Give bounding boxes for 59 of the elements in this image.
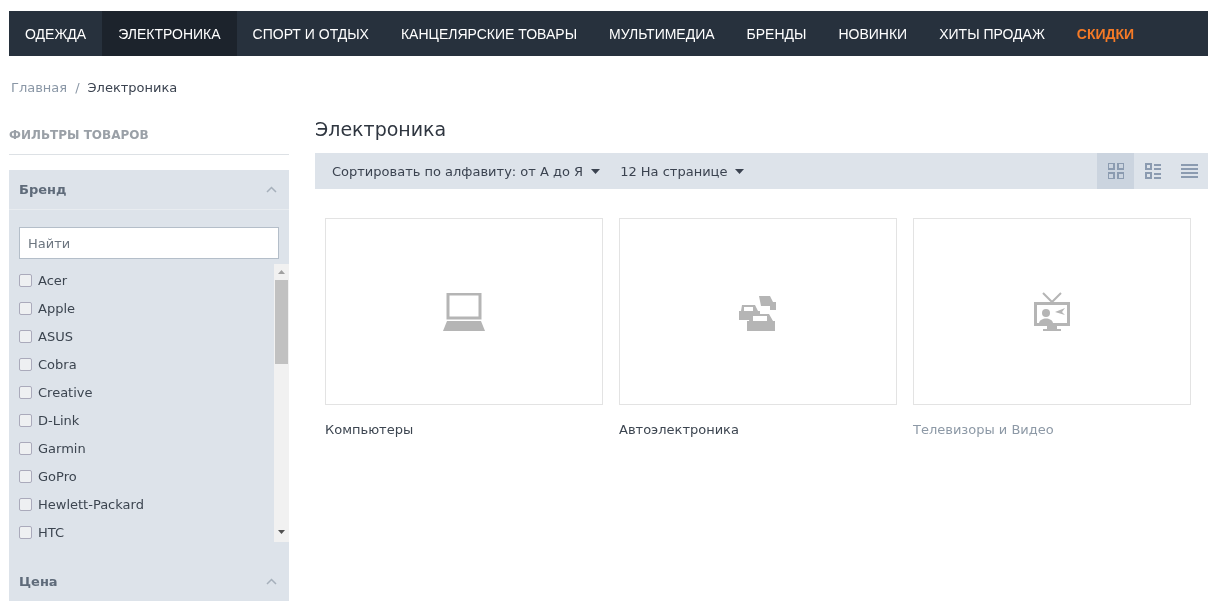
filter-header[interactable]: Бренд (9, 170, 289, 210)
scrollbar-thumb[interactable] (275, 280, 288, 364)
checkbox[interactable] (19, 301, 32, 315)
brand-option: Cobra (38, 356, 77, 372)
filters-heading: ФИЛЬТРЫ ТОВАРОВ (9, 104, 289, 155)
brand-option: Apple (38, 300, 75, 316)
brand-option: GoPro (38, 468, 77, 484)
brand-option: Creative (38, 384, 93, 400)
nav-link[interactable]: СКИДКИ (1060, 11, 1151, 56)
brand-option: Acer (38, 272, 68, 288)
checkbox[interactable] (19, 525, 32, 539)
per-page-dropdown[interactable]: 12 На странице (620, 163, 765, 179)
checkbox[interactable] (19, 441, 32, 455)
checkbox[interactable] (19, 357, 32, 371)
category-thumbnail[interactable] (913, 218, 1191, 405)
breadcrumb-current: Электроника (87, 80, 178, 94)
checkbox[interactable] (19, 273, 32, 287)
tile-list-view-icon (1144, 163, 1161, 179)
checkbox[interactable] (19, 497, 32, 511)
brand-option: Garmin (38, 440, 86, 456)
nav-link[interactable]: МУЛЬТИМЕДИА (593, 11, 731, 56)
brand-option: HTC (38, 524, 65, 540)
nav-link[interactable]: КАНЦЕЛЯРСКИЕ ТОВАРЫ (384, 11, 594, 56)
nav-link[interactable]: СПОРТ И ОТДЫХ (236, 11, 385, 56)
filter-title: Бренд (19, 182, 67, 197)
caret-icon (591, 168, 601, 174)
brand-option: Hewlett-Packard (38, 496, 144, 512)
nav-link[interactable]: ХИТЫ ПРОДАЖ (923, 11, 1061, 56)
sort-dropdown[interactable]: Сортировать по алфавиту: от А до Я (332, 163, 621, 179)
brand-option: D-Link (38, 412, 80, 428)
nav-link[interactable]: ОДЕЖДА (9, 11, 103, 56)
grid-view-icon (1107, 163, 1124, 179)
checkbox[interactable] (19, 413, 32, 427)
tv-icon (1033, 291, 1071, 332)
nav-link[interactable]: БРЕНДЫ (730, 11, 823, 56)
filter-title: Цена (19, 574, 58, 589)
page-title: Электроника (315, 117, 448, 142)
scroll-down-icon[interactable] (278, 530, 285, 534)
category-name[interactable]: Автоэлектроника (619, 422, 897, 437)
chevron-up-icon (266, 186, 277, 193)
category-name[interactable]: Компьютеры (325, 422, 603, 437)
nav-link[interactable]: НОВИНКИ (822, 11, 924, 56)
scroll-up-icon[interactable] (278, 270, 285, 274)
search-field[interactable]: Найти (19, 227, 279, 259)
category-thumbnail[interactable] (619, 218, 897, 405)
checkbox[interactable] (19, 329, 32, 343)
view-toggle[interactable] (1097, 153, 1134, 189)
scrollbar[interactable] (274, 264, 289, 542)
category-thumbnail[interactable] (325, 218, 603, 405)
checkbox[interactable] (19, 469, 32, 483)
filter-header[interactable]: Цена (9, 562, 289, 601)
laptop-icon (443, 292, 485, 331)
breadcrumb-separator: / (75, 80, 80, 94)
list-view-icon (1181, 163, 1198, 179)
caret-icon (735, 168, 745, 174)
chevron-up-icon (266, 578, 277, 585)
checkbox[interactable] (19, 385, 32, 399)
nav-link[interactable]: ЭЛЕКТРОНИКА (102, 11, 237, 56)
brand-option: ASUS (38, 328, 73, 344)
